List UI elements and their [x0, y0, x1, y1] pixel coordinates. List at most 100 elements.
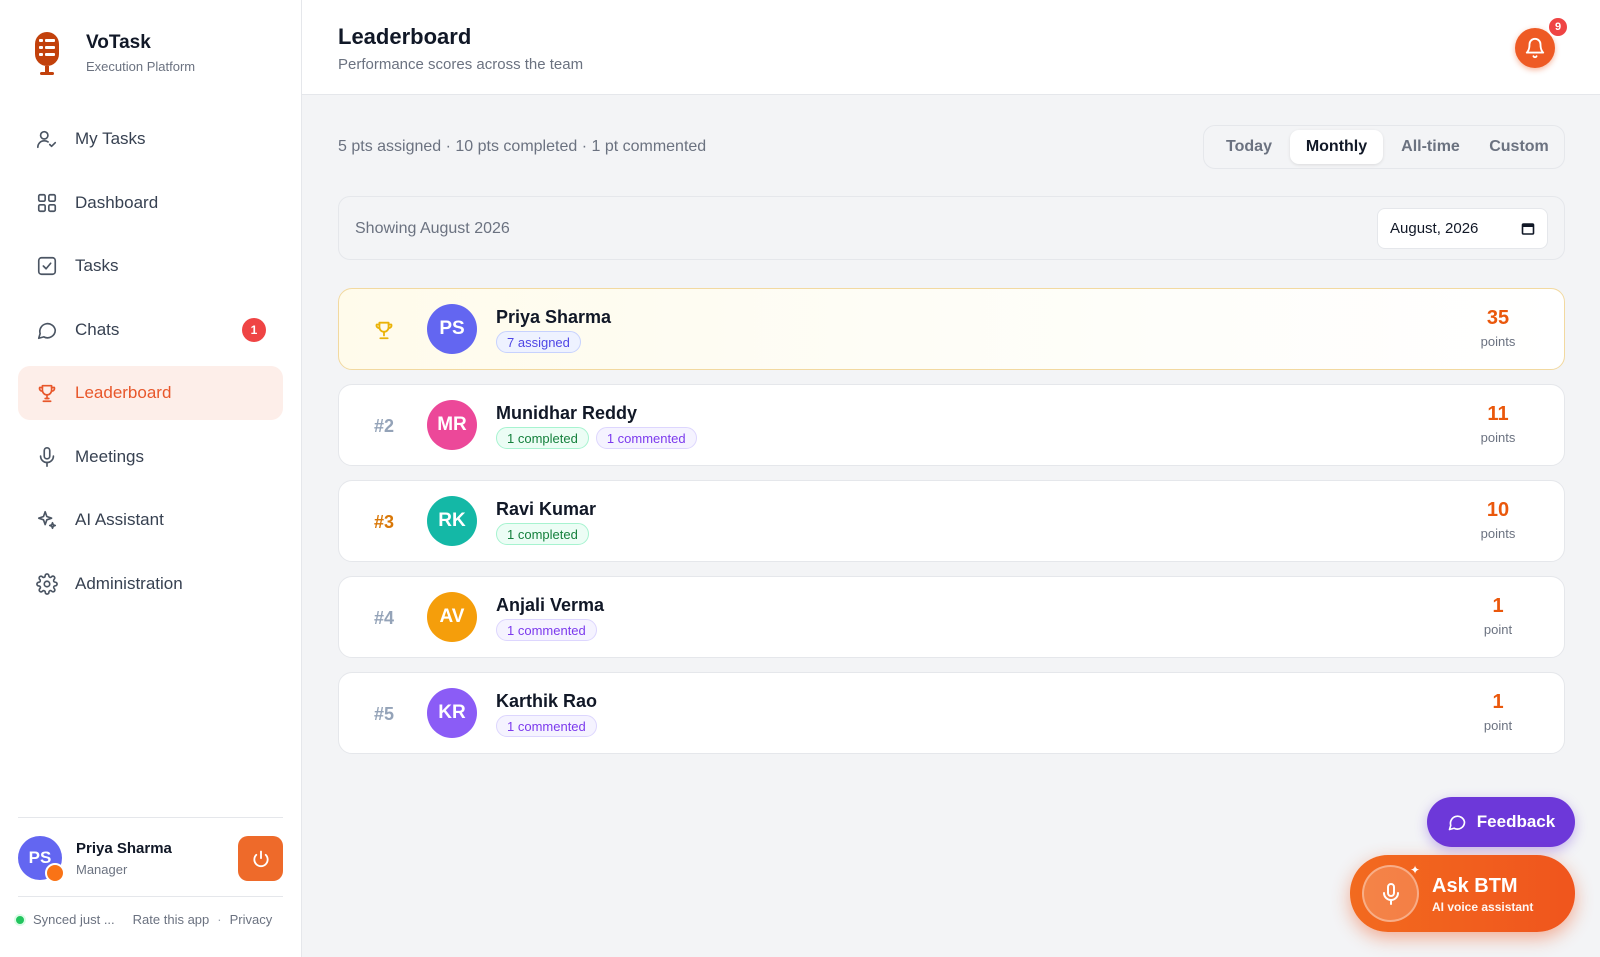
avatar: KR [427, 688, 477, 738]
tab-today[interactable]: Today [1208, 130, 1290, 164]
trophy-icon [363, 289, 405, 371]
points-unit: points [1480, 334, 1516, 349]
showing-label: Showing August 2026 [355, 220, 510, 237]
sidebar-item-dashboard[interactable]: Dashboard [18, 176, 283, 230]
leaderboard-row[interactable]: #5 KR Karthik Rao 1 commented 1 point [338, 672, 1565, 754]
tab-custom[interactable]: Custom [1478, 130, 1560, 164]
brand-subtitle: Execution Platform [86, 59, 196, 74]
leaderboard-row[interactable]: #3 RK Ravi Kumar 1 completed 10 points [338, 480, 1565, 562]
sidebar-item-chats[interactable]: Chats 1 [18, 303, 283, 357]
period-filter-bar: Showing August 2026 August, 2026 [338, 196, 1565, 260]
chat-icon [1448, 815, 1466, 831]
activity-tags: 7 assigned [496, 331, 588, 353]
avatar: MR [427, 400, 477, 450]
leaderboard-list: PS Priya Sharma 7 assigned 35 points #2 … [338, 288, 1565, 768]
notification-count-badge: 9 [1547, 16, 1569, 38]
points-unit: points [1480, 430, 1516, 445]
activity-tags: 1 completed 1 commented [496, 427, 704, 449]
points-summary: 5 pts assigned · 10 pts completed · 1 pt… [338, 138, 707, 155]
sidebar-item-label: My Tasks [75, 129, 146, 148]
current-user-card: PS Priya Sharma Manager [18, 817, 283, 897]
commented-tag: 1 commented [496, 715, 597, 737]
member-name: Karthik Rao [496, 691, 598, 711]
rank-label: #3 [373, 511, 395, 532]
period-selector: Today Monthly All-time Custom [1203, 125, 1565, 169]
sidebar-item-label: Dashboard [75, 192, 159, 212]
avatar: RK [427, 496, 477, 546]
points-value: 10 [1486, 499, 1510, 521]
score: 35 points [1468, 307, 1528, 349]
leaderboard-row[interactable]: PS Priya Sharma 7 assigned 35 points [338, 288, 1565, 370]
user-role: Manager [76, 862, 128, 877]
sidebar-item-meetings[interactable]: Meetings [18, 430, 283, 484]
activity-tags: 1 completed [496, 523, 596, 545]
sidebar: VoTask Execution Platform My Tasks Dashb… [0, 0, 302, 957]
edit-profile-badge[interactable] [45, 863, 65, 883]
power-icon [252, 850, 269, 867]
trophy-icon [35, 381, 59, 405]
sidebar-item-label: Administration [75, 573, 183, 593]
brand-name: VoTask [86, 32, 151, 53]
sync-status-icon [14, 913, 26, 926]
sidebar-item-administration[interactable]: Administration [18, 557, 283, 611]
sidebar-item-label: Meetings [75, 446, 144, 466]
page-title: Leaderboard [338, 24, 472, 49]
sidebar-item-my-tasks[interactable]: My Tasks [18, 112, 283, 166]
logout-button[interactable] [238, 836, 283, 881]
score: 1 point [1468, 595, 1528, 637]
chats-unread-badge: 1 [242, 317, 266, 342]
sidebar-item-label: Leaderboard [75, 383, 172, 402]
completed-tag: 1 completed [496, 523, 589, 545]
footer-separator: · [217, 912, 222, 927]
ask-btm-button[interactable]: ✦ Ask BTM AI voice assistant [1350, 855, 1575, 932]
brand[interactable]: VoTask Execution Platform [32, 30, 195, 76]
sparkles-icon [35, 508, 59, 532]
assigned-tag: 7 assigned [496, 331, 581, 353]
activity-tags: 1 commented [496, 715, 604, 737]
month-picker-input[interactable]: August, 2026 [1377, 208, 1548, 249]
commented-tag: 1 commented [496, 619, 597, 641]
ask-btm-subtitle: AI voice assistant [1432, 900, 1534, 914]
tab-monthly[interactable]: Monthly [1290, 130, 1383, 164]
rank-label: #5 [373, 703, 395, 724]
feedback-button[interactable]: Feedback [1427, 797, 1575, 847]
grid-icon [35, 191, 59, 215]
tab-all-time[interactable]: All-time [1383, 130, 1478, 164]
bell-icon [1525, 38, 1545, 59]
checkbox-icon [35, 254, 59, 278]
leaderboard-row[interactable]: #2 MR Munidhar Reddy 1 completed 1 comme… [338, 384, 1565, 466]
points-unit: points [1480, 526, 1516, 541]
points-value: 1 [1492, 691, 1504, 713]
user-check-icon [35, 127, 59, 151]
leaderboard-row[interactable]: #4 AV Anjali Verma 1 commented 1 point [338, 576, 1565, 658]
microphone-logo-icon [35, 32, 59, 75]
sidebar-footer: Synced just ... Rate this app · Privacy [14, 912, 284, 927]
points-unit: point [1483, 622, 1513, 637]
chat-icon [35, 318, 59, 342]
privacy-link[interactable]: Privacy [230, 912, 273, 927]
page-header: Leaderboard Performance scores across th… [302, 0, 1600, 95]
sync-status: Synced just ... [33, 912, 115, 927]
sidebar-item-tasks[interactable]: Tasks [18, 239, 283, 293]
ask-btm-title: Ask BTM [1432, 875, 1518, 897]
gear-icon [35, 572, 59, 596]
microphone-icon [35, 445, 59, 469]
feedback-label: Feedback [1476, 812, 1556, 831]
user-name: Priya Sharma [76, 840, 172, 857]
calendar-icon[interactable] [1521, 222, 1535, 236]
member-name: Munidhar Reddy [496, 403, 638, 423]
member-name: Priya Sharma [496, 307, 612, 327]
points-value: 1 [1492, 595, 1504, 617]
points-value: 11 [1487, 403, 1509, 425]
member-name: Anjali Verma [496, 595, 605, 615]
avatar: PS [427, 304, 477, 354]
page-subtitle: Performance scores across the team [338, 56, 584, 73]
completed-tag: 1 completed [496, 427, 589, 449]
sidebar-nav: My Tasks Dashboard Tasks Chats 1 Leaderb… [18, 112, 283, 620]
rate-app-link[interactable]: Rate this app [133, 912, 210, 927]
sidebar-item-ai-assistant[interactable]: AI Assistant [18, 493, 283, 547]
commented-tag: 1 commented [595, 427, 697, 449]
member-name: Ravi Kumar [496, 499, 597, 519]
score: 10 points [1468, 499, 1528, 541]
sidebar-item-leaderboard[interactable]: Leaderboard [18, 366, 283, 420]
